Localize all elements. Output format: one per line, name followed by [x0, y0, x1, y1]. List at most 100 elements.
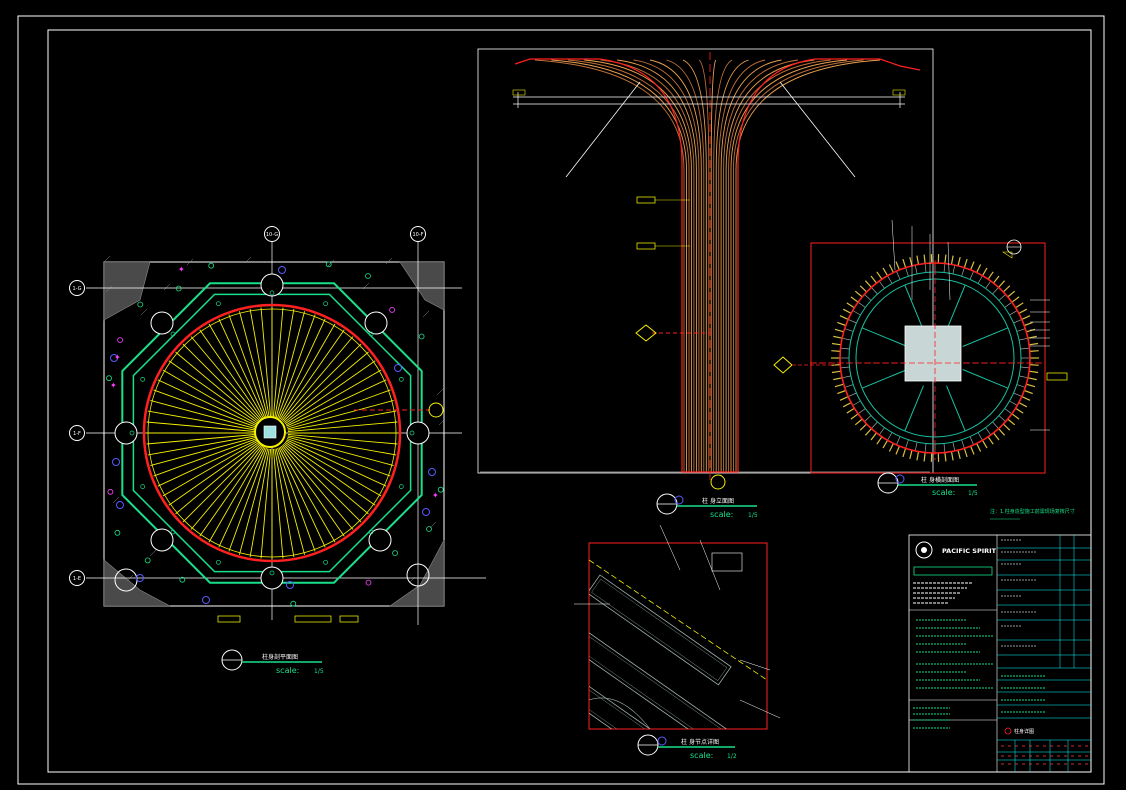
- fin-line: [981, 267, 988, 276]
- marker-dot: [290, 600, 297, 607]
- marker-dot: [392, 550, 399, 556]
- marker-star: ✦: [432, 491, 439, 500]
- detail-panel: [589, 629, 734, 729]
- fin-line: [876, 271, 883, 280]
- hatch-area: [399, 261, 445, 311]
- fin-line: [857, 301, 866, 308]
- flute-line: [584, 59, 692, 472]
- fin-line: [844, 384, 854, 388]
- fin-line: [1026, 328, 1036, 333]
- fin-line: [993, 432, 1000, 441]
- marker-dot: [140, 377, 146, 382]
- fin-line: [1004, 301, 1013, 308]
- section-scale-value: 1/5: [968, 490, 978, 497]
- plan-tag-box: [217, 615, 241, 623]
- detail-scale-label: scale:: [690, 751, 713, 760]
- fin-line: [839, 396, 849, 401]
- flute-line: [728, 59, 831, 472]
- marker-dot: [325, 261, 332, 268]
- detail-panel: [589, 574, 732, 686]
- hatch-stroke: [436, 388, 444, 396]
- fin-line: [976, 264, 982, 273]
- sheet-title: 柱身详图: [1014, 728, 1034, 735]
- rib-line: [284, 442, 369, 515]
- marker-dot: [216, 559, 221, 565]
- column-cap-outline: [514, 58, 921, 473]
- fin-line: [842, 337, 851, 341]
- marker-blue: [428, 468, 436, 476]
- plan-scale-value: 1/5: [314, 668, 324, 675]
- panel-outline: [589, 629, 734, 729]
- marker-dot: [107, 488, 114, 495]
- fin-line: [864, 280, 872, 288]
- fin-line: [871, 287, 878, 295]
- fin-line: [846, 302, 855, 309]
- flute-line: [567, 59, 690, 472]
- fin-line: [977, 275, 983, 284]
- marker-dot: [208, 262, 215, 269]
- marker-dot: [365, 273, 371, 279]
- rib-line: [153, 389, 258, 428]
- fin-line: [1019, 375, 1028, 379]
- fin-line: [916, 451, 920, 461]
- marker-blue: [394, 364, 402, 372]
- rib-line: [287, 421, 398, 433]
- column-circle: [150, 311, 174, 335]
- detail-view: 柱 身节点详图 scale: 1/2: [574, 524, 781, 760]
- rib-line: [286, 389, 391, 428]
- spoke-line: [861, 369, 908, 389]
- fin-line: [1004, 408, 1013, 415]
- spoke-line: [904, 385, 924, 432]
- rib-line: [284, 441, 376, 506]
- fin-line: [998, 294, 1006, 301]
- fin-line: [924, 443, 927, 453]
- flute-line: [730, 59, 848, 472]
- panel-outline: [589, 574, 732, 686]
- fin-line: [895, 261, 900, 271]
- fin-line: [950, 255, 954, 265]
- rib-line: [228, 314, 267, 419]
- rib-line: [199, 445, 264, 537]
- fin-line: [831, 342, 841, 346]
- fin-line: [1018, 308, 1028, 314]
- rib-line: [190, 445, 263, 530]
- fin-line: [985, 280, 992, 289]
- fin-line: [969, 436, 974, 445]
- rib-line: [277, 314, 316, 419]
- fin-line: [952, 265, 956, 274]
- spoke-line: [904, 284, 924, 331]
- fin-line: [888, 264, 894, 273]
- fin-line: [882, 267, 889, 276]
- fin-line: [837, 389, 846, 395]
- fin-line: [1029, 342, 1039, 346]
- leader-line: [739, 699, 781, 719]
- fin-line: [985, 427, 992, 436]
- cad-drawing-canvas: ✦ ✦ ✦ ✦ 10-G 10-F 1-G 1-F 1-E 柱身剖平面图 scale: 1/5: [17, 15, 1105, 785]
- fin-line: [943, 263, 946, 273]
- rib-line: [284, 351, 369, 424]
- fin-line: [848, 319, 857, 324]
- rib-line: [175, 442, 260, 515]
- rib-line: [190, 336, 263, 421]
- fin-line: [969, 271, 974, 280]
- fin-line: [842, 402, 852, 408]
- rib-line: [153, 438, 258, 477]
- general-note: 注：1.柱身造型施工前需现场复核尺寸: [990, 508, 1075, 515]
- marker-star: ✦: [110, 381, 117, 390]
- fin-line: [1021, 315, 1031, 320]
- company-name: PACIFIC SPIRIT: [942, 547, 997, 555]
- plan-view: ✦ ✦ ✦ ✦ 10-G 10-F 1-G 1-F 1-E 柱身剖平面图 scale: 1/5: [69, 226, 486, 675]
- section-cut-marker: [428, 402, 444, 418]
- grid-tag-label: 1-G: [72, 286, 81, 292]
- hatch-area: [389, 539, 445, 607]
- fin-line: [970, 445, 975, 455]
- hatch-stroke: [149, 549, 157, 557]
- detail-scale-value: 1/2: [727, 753, 737, 760]
- fin-line: [905, 439, 909, 449]
- grid-tag-label: 10-G: [266, 232, 278, 238]
- fin-line: [1015, 407, 1024, 414]
- fin-line: [961, 267, 965, 277]
- fin-line: [844, 328, 854, 332]
- fin-line: [1029, 370, 1039, 374]
- marker-dot: [323, 559, 328, 565]
